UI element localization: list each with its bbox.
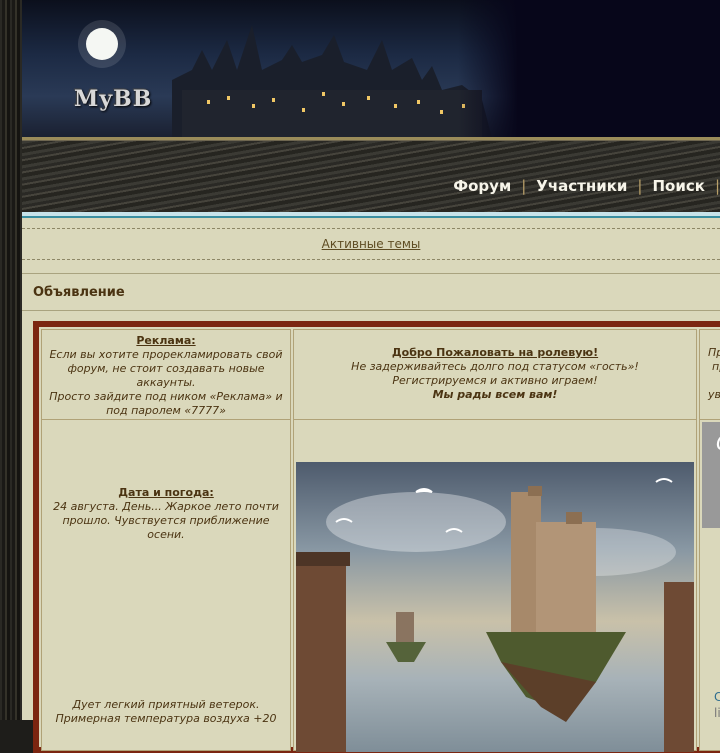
forum-header: MyBB bbox=[22, 0, 720, 138]
ad-text: Если вы хотите прорекламировать свой фор… bbox=[49, 348, 283, 389]
nav-stripe-dark bbox=[22, 216, 720, 218]
date-weather-cell: Дата и погода: 24 августа. День... Жарко… bbox=[41, 419, 291, 751]
nav-forum[interactable]: Форум bbox=[443, 177, 521, 195]
image-cell bbox=[293, 419, 697, 752]
castle-night-scene bbox=[78, 20, 492, 138]
nav-search[interactable]: Поиск bbox=[642, 177, 714, 195]
ad-text-2: Просто зайдите под ником «Реклама» и под… bbox=[49, 390, 283, 417]
left-border-decoration bbox=[0, 0, 23, 720]
announcement-title: Объявление bbox=[33, 285, 125, 300]
nav-links: Форум | Участники | Поиск | bbox=[443, 177, 720, 195]
wind-block: Дует легкий приятный ветерок. Примерная … bbox=[42, 698, 290, 726]
side-cell: С С li bbox=[699, 419, 720, 751]
active-topics-bar: Активные темы bbox=[22, 228, 720, 260]
nav-separator: | bbox=[714, 177, 720, 195]
castle-illustration bbox=[296, 462, 694, 752]
wind-text: Дует легкий приятный ветерок. Примерная … bbox=[55, 698, 277, 725]
date-weather-title: Дата и погода: bbox=[118, 486, 214, 499]
side-link[interactable]: С bbox=[714, 690, 720, 704]
date-weather-text: 24 августа. День... Жаркое лето почти пр… bbox=[53, 500, 279, 541]
rules-line-1: Пр bbox=[708, 346, 720, 359]
main-nav: Форум | Участники | Поиск | bbox=[22, 140, 720, 213]
announcement-frame: Реклама: Если вы хотите прорекламировать… bbox=[33, 321, 720, 753]
nav-members[interactable]: Участники bbox=[526, 177, 637, 195]
rules-line-3: ув bbox=[708, 388, 720, 401]
active-topics-link[interactable]: Активные темы bbox=[322, 237, 421, 251]
welcome-title: Добро Пожаловать на ролевую! bbox=[391, 346, 599, 359]
welcome-cell: Добро Пожаловать на ролевую! Не задержив… bbox=[293, 329, 697, 433]
header-banner[interactable]: MyBB bbox=[22, 0, 518, 138]
weather-block: Дата и погода: 24 августа. День... Жарко… bbox=[42, 486, 290, 542]
ad-title: Реклама: bbox=[136, 334, 196, 347]
welcome-line-2: Регистрируемся и активно играем! bbox=[392, 374, 598, 387]
rules-line-2: пр bbox=[712, 360, 720, 373]
side-block: С bbox=[702, 422, 720, 528]
welcome-line-3: Мы рады всем вам! bbox=[432, 388, 558, 401]
ad-cell: Реклама: Если вы хотите прорекламировать… bbox=[41, 329, 291, 421]
logo[interactable]: MyBB bbox=[74, 86, 152, 112]
side-letter: С bbox=[716, 433, 720, 453]
rules-cell: Пр пр ув bbox=[699, 329, 720, 433]
side-text: li bbox=[714, 706, 720, 720]
announcement-header: Объявление bbox=[22, 273, 720, 311]
forum-page: MyBB Форум | Участники | Поиск | Активны… bbox=[22, 0, 720, 753]
welcome-line-1: Не задерживайтесь долго под статусом «го… bbox=[351, 360, 639, 373]
